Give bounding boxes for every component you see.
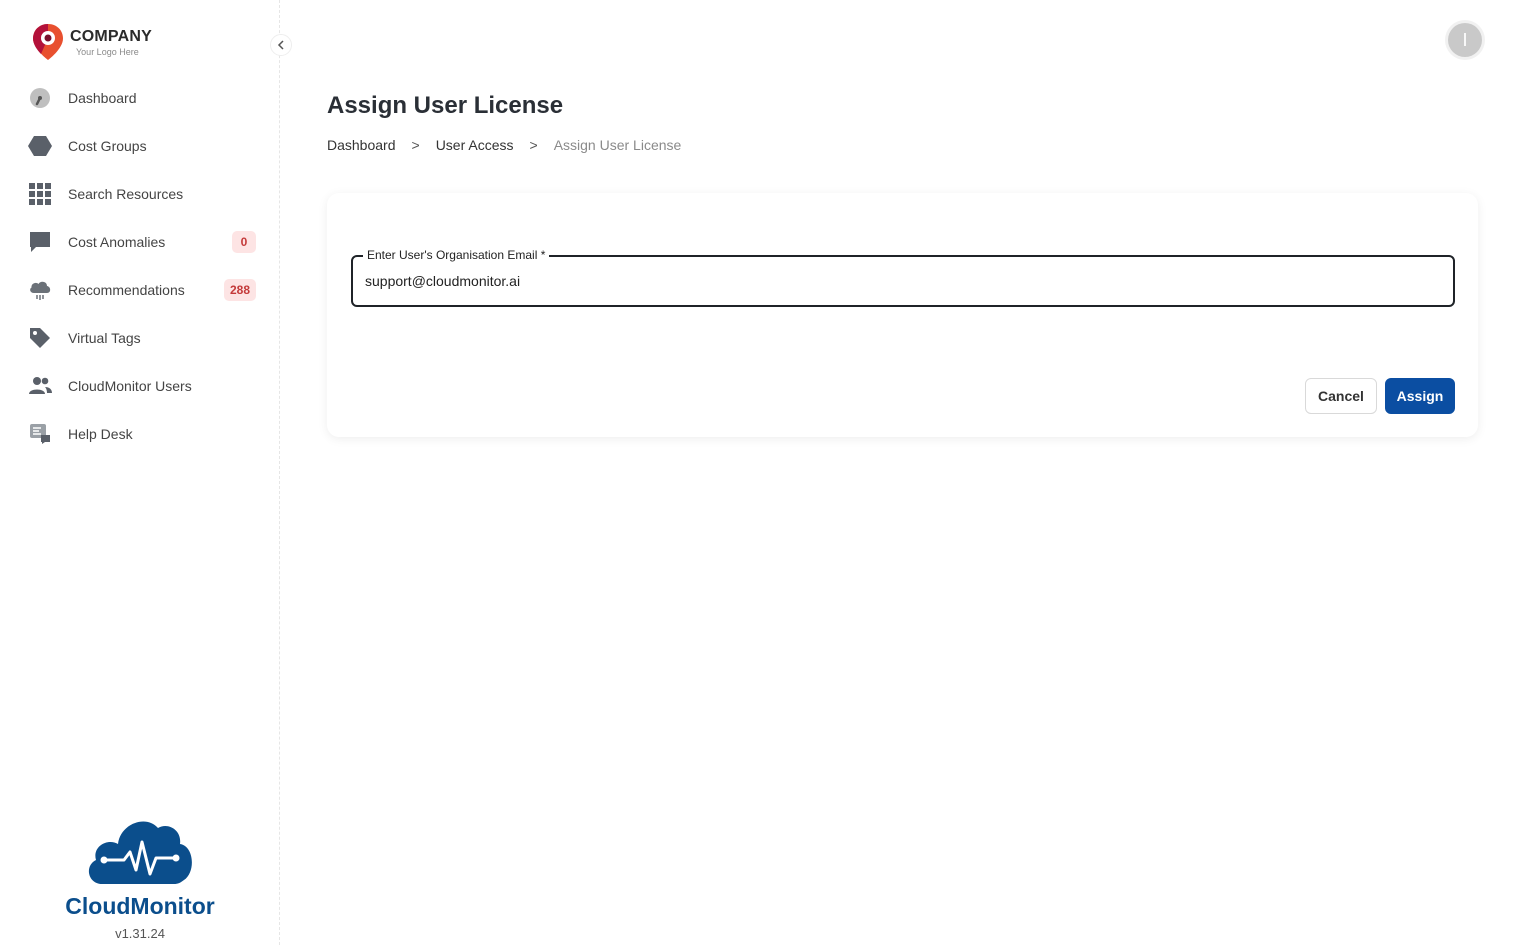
breadcrumb: Dashboard > User Access > Assign User Li… <box>327 137 681 153</box>
sidebar: COMPANY Your Logo Here Dashboard Cost Gr… <box>0 0 280 945</box>
sidebar-item-label: Cost Anomalies <box>68 234 166 250</box>
email-field-label: Enter User's Organisation Email * <box>363 248 550 262</box>
tag-icon <box>26 324 54 352</box>
sidebar-item-recommendations[interactable]: Recommendations 288 <box>26 266 262 314</box>
assign-license-card: Enter User's Organisation Email * Cancel… <box>327 193 1478 437</box>
chevron-left-icon <box>277 40 284 50</box>
anomalies-count-badge: 0 <box>232 231 256 253</box>
sidebar-item-cost-anomalies[interactable]: Cost Anomalies 0 <box>26 218 262 266</box>
sidebar-item-label: Help Desk <box>68 426 133 442</box>
collapse-sidebar-button[interactable] <box>270 34 292 56</box>
company-logo[interactable]: COMPANY Your Logo Here <box>30 22 152 62</box>
sidebar-item-cloudmonitor-users[interactable]: CloudMonitor Users <box>26 362 262 410</box>
cloud-icon <box>26 276 54 304</box>
logo-title: COMPANY <box>70 27 152 45</box>
sidebar-item-dashboard[interactable]: Dashboard <box>26 74 262 122</box>
sidebar-item-search-resources[interactable]: Search Resources <box>26 170 262 218</box>
logo-subtitle: Your Logo Here <box>76 46 139 57</box>
chat-icon <box>26 228 54 256</box>
sidebar-item-label: CloudMonitor Users <box>68 378 192 394</box>
sidebar-item-help-desk[interactable]: Help Desk <box>26 410 262 458</box>
hexagon-icon <box>26 132 54 160</box>
gauge-icon <box>26 84 54 112</box>
users-icon <box>26 372 54 400</box>
breadcrumb-user-access[interactable]: User Access <box>436 137 514 153</box>
breadcrumb-separator: > <box>529 137 538 153</box>
sidebar-nav: Dashboard Cost Groups Search Resources C… <box>26 74 262 458</box>
assign-button[interactable]: Assign <box>1385 378 1455 414</box>
sidebar-item-label: Cost Groups <box>68 138 147 154</box>
sidebar-item-cost-groups[interactable]: Cost Groups <box>26 122 262 170</box>
sidebar-item-label: Virtual Tags <box>68 330 141 346</box>
breadcrumb-dashboard[interactable]: Dashboard <box>327 137 396 153</box>
sidebar-item-label: Recommendations <box>68 282 185 298</box>
helpdesk-icon <box>26 420 54 448</box>
grid-icon <box>26 180 54 208</box>
sidebar-item-virtual-tags[interactable]: Virtual Tags <box>26 314 262 362</box>
sidebar-item-label: Dashboard <box>68 90 137 106</box>
user-avatar[interactable]: I <box>1448 23 1482 57</box>
breadcrumb-current: Assign User License <box>553 137 682 153</box>
cloudmonitor-logo-icon <box>88 821 192 884</box>
breadcrumb-separator: > <box>411 137 420 153</box>
email-input[interactable] <box>365 273 1435 289</box>
cancel-button[interactable]: Cancel <box>1305 378 1377 414</box>
map-pin-logo-icon <box>33 24 63 60</box>
cloudmonitor-brand: CloudMonitor <box>40 814 240 920</box>
sidebar-item-label: Search Resources <box>68 186 184 202</box>
app-version: v1.31.24 <box>115 926 165 941</box>
recommendations-count-badge: 288 <box>223 279 256 301</box>
page-title: Assign User License <box>327 92 564 119</box>
brand-name: CloudMonitor <box>65 893 215 919</box>
email-field[interactable]: Enter User's Organisation Email * <box>351 248 1455 307</box>
